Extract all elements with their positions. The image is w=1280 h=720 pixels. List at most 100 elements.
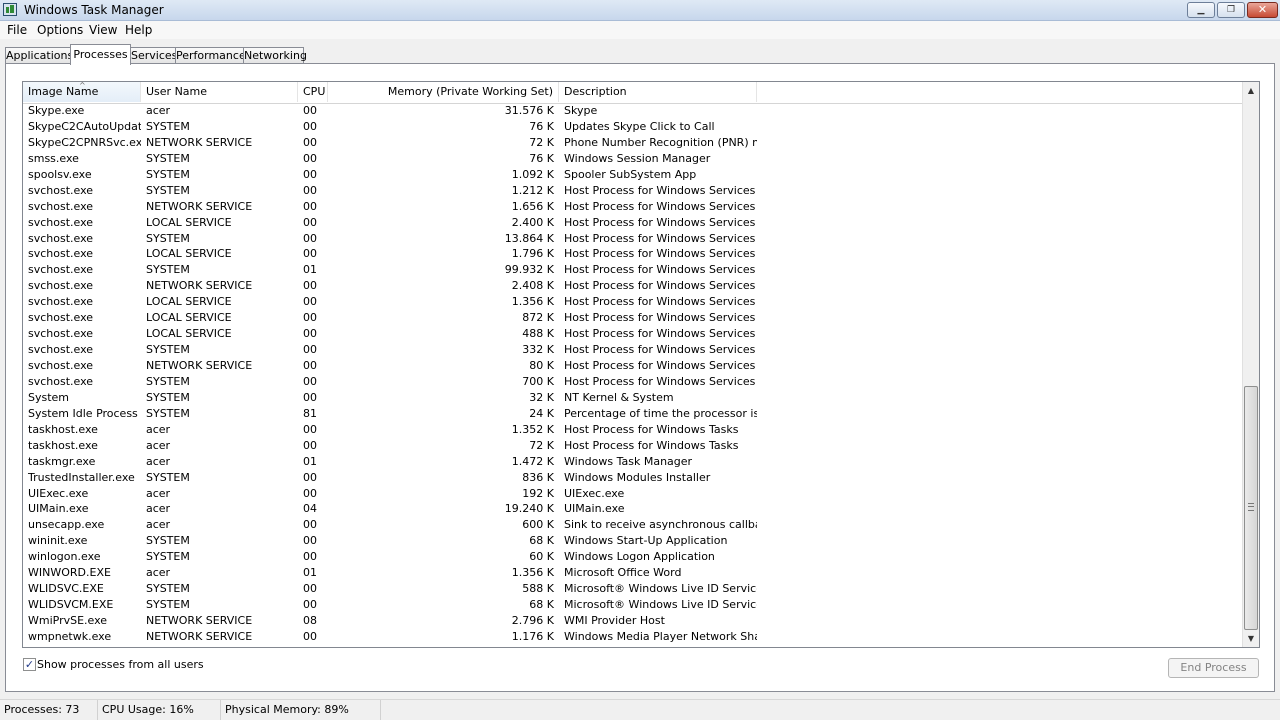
cell-description: Host Process for Windows Services — [564, 327, 756, 341]
tab-services[interactable]: Services — [130, 47, 177, 64]
cell-user-name: acer — [146, 502, 171, 516]
show-all-users-label: Show processes from all users — [37, 658, 204, 671]
cell-cpu: 00 — [303, 183, 317, 197]
cell-user-name: acer — [146, 566, 171, 580]
menu-view[interactable]: View — [89, 23, 117, 37]
column-image-name-label: Image Name — [28, 85, 99, 98]
table-row[interactable]: svchost.exe LOCAL SERVICE 00 1.356 K Host Pr… — [23, 294, 1242, 310]
table-row[interactable]: WINWORD.EXE acer 01 1.356 K Microsoft Office… — [23, 565, 1242, 581]
table-row[interactable]: Skype.exe acer 00 31.576 K Skype — [23, 103, 1242, 119]
scroll-down-icon[interactable]: ▼ — [1243, 630, 1259, 647]
column-image-name[interactable]: ^ Image Name — [23, 82, 141, 102]
table-row[interactable]: taskmgr.exe acer 01 1.472 K Windows Task Man… — [23, 454, 1242, 470]
show-all-users-checkbox[interactable]: ✓ — [23, 658, 36, 671]
minimize-button[interactable]: ▁ — [1187, 2, 1215, 18]
tab-performance[interactable]: Performance — [175, 47, 246, 64]
cell-memory: 700 K — [522, 374, 554, 388]
table-row[interactable]: svchost.exe LOCAL SERVICE 00 1.796 K Host Pr… — [23, 246, 1242, 262]
cell-cpu: 00 — [303, 151, 317, 165]
cell-user-name: SYSTEM — [146, 263, 190, 277]
menu-help[interactable]: Help — [125, 23, 152, 37]
table-row[interactable]: svchost.exe SYSTEM 00 332 K Host Process for… — [23, 342, 1242, 358]
table-row[interactable]: TrustedInstaller.exe SYSTEM 00 836 K Windows… — [23, 470, 1242, 486]
table-row[interactable]: winlogon.exe SYSTEM 00 60 K Windows Logon Ap… — [23, 549, 1242, 565]
column-description[interactable]: Description — [559, 82, 757, 102]
column-memory[interactable]: Memory (Private Working Set) — [328, 82, 559, 102]
table-row[interactable]: SkypeC2CPNRSvc.exe NETWORK SERVICE 00 72 K P… — [23, 135, 1242, 151]
title-bar[interactable]: Windows Task Manager ▁ ❐ ✕ — [0, 0, 1280, 21]
cell-user-name: NETWORK SERVICE — [146, 135, 253, 149]
status-cpu-usage: CPU Usage: 16% — [98, 700, 221, 720]
scroll-up-icon[interactable]: ▲ — [1243, 82, 1259, 99]
cell-memory: 2.408 K — [511, 279, 554, 293]
cell-memory: 19.240 K — [504, 502, 554, 516]
close-button[interactable]: ✕ — [1247, 2, 1278, 18]
cell-image-name: UIMain.exe — [28, 502, 89, 516]
table-row[interactable]: wmpnetwk.exe NETWORK SERVICE 00 1.176 K Wind… — [23, 629, 1242, 645]
cell-cpu: 00 — [303, 470, 317, 484]
cell-memory: 1.472 K — [511, 454, 554, 468]
table-row[interactable]: spoolsv.exe SYSTEM 00 1.092 K Spooler SubSys… — [23, 167, 1242, 183]
table-row[interactable]: System SYSTEM 00 32 K NT Kernel & System — [23, 390, 1242, 406]
table-row[interactable]: svchost.exe NETWORK SERVICE 00 80 K Host Pro… — [23, 358, 1242, 374]
table-row[interactable]: WLIDSVCM.EXE SYSTEM 00 68 K Microsoft® Windo… — [23, 597, 1242, 613]
table-row[interactable]: WmiPrvSE.exe NETWORK SERVICE 08 2.796 K WMI … — [23, 613, 1242, 629]
column-user-name[interactable]: User Name — [141, 82, 298, 102]
table-row[interactable]: smss.exe SYSTEM 00 76 K Windows Session Mana… — [23, 151, 1242, 167]
tab-processes[interactable]: Processes — [70, 44, 131, 65]
scrollbar-thumb[interactable] — [1244, 386, 1258, 630]
cell-description: Host Process for Windows Tasks — [564, 438, 739, 452]
cell-user-name: acer — [146, 518, 171, 532]
restore-button[interactable]: ❐ — [1217, 2, 1245, 18]
table-row[interactable]: SkypeC2CAutoUpdat... SYSTEM 00 76 K Updates … — [23, 119, 1242, 135]
table-row[interactable]: svchost.exe SYSTEM 00 13.864 K Host Process … — [23, 231, 1242, 247]
table-row[interactable]: UIMain.exe acer 04 19.240 K UIMain.exe — [23, 501, 1242, 517]
cell-cpu: 00 — [303, 135, 317, 149]
vertical-scrollbar[interactable]: ▲ ▼ — [1242, 82, 1259, 647]
cell-description: Windows Start-Up Application — [564, 534, 728, 548]
tab-networking[interactable]: Networking — [243, 47, 307, 64]
process-list[interactable]: ^ Image Name User Name CPU Memory (Priva… — [22, 81, 1260, 648]
cell-user-name: acer — [146, 438, 171, 452]
table-row[interactable]: WLIDSVC.EXE SYSTEM 00 588 K Microsoft® Windo… — [23, 581, 1242, 597]
cell-description: Phone Number Recognition (PNR) mod... — [564, 135, 757, 149]
cell-description: Windows Media Player Network Sharin... — [564, 629, 757, 643]
cell-description: Host Process for Windows Services — [564, 311, 756, 325]
table-row[interactable]: unsecapp.exe acer 00 600 K Sink to receive a… — [23, 517, 1242, 533]
cell-user-name: acer — [146, 454, 171, 468]
cell-memory: 1.212 K — [511, 183, 554, 197]
status-processes: Processes: 73 — [0, 700, 98, 720]
menu-options[interactable]: Options — [37, 23, 83, 37]
table-row[interactable]: taskhost.exe acer 00 1.352 K Host Process fo… — [23, 422, 1242, 438]
cell-memory: 2.400 K — [511, 215, 554, 229]
table-row[interactable]: svchost.exe SYSTEM 00 700 K Host Process for… — [23, 374, 1242, 390]
cell-memory: 60 K — [529, 550, 554, 564]
sort-indicator-icon: ^ — [79, 81, 86, 90]
cell-user-name: LOCAL SERVICE — [146, 215, 232, 229]
table-row[interactable]: wininit.exe SYSTEM 00 68 K Windows Start-Up … — [23, 533, 1242, 549]
table-row[interactable]: UIExec.exe acer 00 192 K UIExec.exe — [23, 486, 1242, 502]
table-row[interactable]: svchost.exe NETWORK SERVICE 00 1.656 K Host … — [23, 199, 1242, 215]
cell-memory: 1.656 K — [511, 199, 554, 213]
table-row[interactable]: svchost.exe LOCAL SERVICE 00 872 K Host Proc… — [23, 310, 1242, 326]
cell-user-name: LOCAL SERVICE — [146, 295, 232, 309]
table-row[interactable]: svchost.exe LOCAL SERVICE 00 2.400 K Host Pr… — [23, 215, 1242, 231]
cell-memory: 332 K — [522, 343, 554, 357]
table-row[interactable]: svchost.exe NETWORK SERVICE 00 2.408 K Host … — [23, 278, 1242, 294]
cell-cpu: 00 — [303, 550, 317, 564]
table-row[interactable]: svchost.exe SYSTEM 01 99.932 K Host Process … — [23, 262, 1242, 278]
cell-memory: 488 K — [522, 327, 554, 341]
cell-user-name: NETWORK SERVICE — [146, 279, 253, 293]
column-cpu[interactable]: CPU — [298, 82, 328, 102]
table-row[interactable]: svchost.exe LOCAL SERVICE 00 488 K Host Proc… — [23, 326, 1242, 342]
table-row[interactable]: System Idle Process SYSTEM 81 24 K Percentag… — [23, 406, 1242, 422]
tab-applications[interactable]: Applications — [5, 47, 73, 64]
cell-user-name: NETWORK SERVICE — [146, 629, 253, 643]
cell-cpu: 81 — [303, 406, 317, 420]
cell-image-name: wininit.exe — [28, 534, 88, 548]
table-row[interactable]: taskhost.exe acer 00 72 K Host Process for W… — [23, 438, 1242, 454]
table-row[interactable]: svchost.exe SYSTEM 00 1.212 K Host Process f… — [23, 183, 1242, 199]
end-process-button[interactable]: End Process — [1168, 658, 1259, 678]
cell-description: Host Process for Windows Services — [564, 231, 756, 245]
menu-file[interactable]: File — [7, 23, 27, 37]
